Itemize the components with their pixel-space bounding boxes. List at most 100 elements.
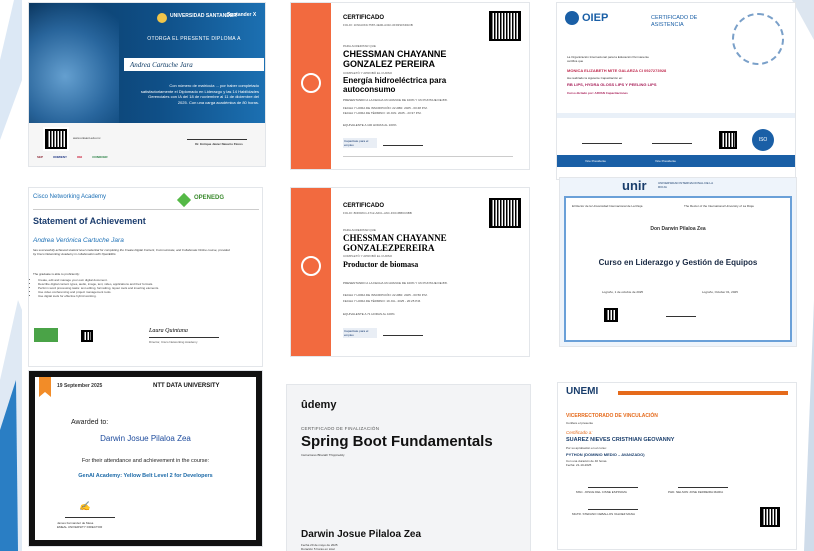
date-es: Logroño, 1 de octubre de 2025	[602, 290, 644, 294]
course-name: GenAI Academy: Yellow Belt Level 2 for D…	[78, 473, 213, 479]
openedg-logo: OPENEDG	[194, 195, 225, 201]
signature-line	[383, 335, 423, 336]
diploma-body: Con número de matrícula ... por haber co…	[140, 83, 259, 105]
recipient-name: MONICA ELIZABETH MITE GALARZA CI 0927273…	[567, 68, 667, 73]
rector-es: El Rector de la Universidad Internaciona…	[572, 204, 643, 208]
recipient-name: SUAREZ NIEVES CRISTHIAN GEOVANNY	[566, 437, 675, 443]
enroll-date: FECHA Y HORA DE INSCRIPCIÓN: 22 ABR. 202…	[343, 106, 428, 110]
partner-logo-oei: OEI	[77, 155, 83, 159]
organizer: Curso dictado por: ARVAN Capacitaciones	[567, 91, 628, 95]
recipient-name: Darwin Josue Pilaloa Zea	[301, 529, 422, 540]
date: Fecha: 21-10-2025	[566, 463, 592, 467]
signer-title: EMEAL UNIVERSITY DIRECTOR	[57, 525, 103, 529]
header: UNEMI	[558, 383, 796, 403]
finish-date: FECHA Y HORA DE TÉRMINO: 19 JUN. 2025 - …	[343, 111, 422, 115]
certificate-santander[interactable]: UNIVERSIDAD SANTANDER Santander X OTORGA…	[29, 3, 265, 166]
certificate-collage: UNIVERSIDAD SANTANDER Santander X OTORGA…	[0, 0, 814, 551]
ribbon-icon	[39, 377, 51, 397]
badge-image	[34, 328, 58, 342]
enroll-date: FECHA Y HORA DE INSCRIPCIÓN: 22 ABR. 202…	[343, 293, 428, 297]
unir-subtitle: UNIVERSIDAD INTERNACIONAL DE LA RIOJA	[658, 181, 713, 189]
vice-rectorate: VICERRECTORADO DE VINCULACIÓN	[566, 413, 658, 419]
event-label: Ha realizado la siguiente Capacitación e…	[567, 76, 624, 80]
certificate-oiep[interactable]: OIEP CERTIFICADO DE ASISTENCIA La Organi…	[557, 3, 795, 179]
equivalence: EQUIVALENTE A 100 HORAS AL 100%	[343, 123, 397, 127]
issue-date: 19 September 2025	[57, 383, 103, 389]
footer-band: Vice Presidente Vice Presidente	[557, 155, 795, 167]
site[interactable]: www.unisant.edu.mx	[73, 136, 101, 140]
signature-line-1	[588, 487, 638, 488]
event-name: RB LIPS, HYDRA GLOSS LIPS Y PEELING LIPS	[567, 82, 657, 87]
certificate-title: Statement of Achievement	[33, 216, 146, 226]
course-name: PYTHON (DOMINIO MEDIO – AVANZADO)	[566, 452, 645, 457]
recipient-name: CHESSMAN CHAYANNE GONZALEZPEREIRA	[343, 233, 447, 253]
iso-badge: ISO	[752, 129, 774, 151]
certificate-frame: El Rector de la Universidad Internaciona…	[564, 196, 792, 342]
signature-line-2	[678, 487, 728, 488]
signer-2: PHD. NELSON JOSE FERREIRA MARIA	[668, 490, 724, 494]
reason-text: For their attendance and achievement in …	[81, 458, 210, 464]
signature-line-2	[652, 143, 692, 144]
signer-title-1: Vice Presidente	[585, 159, 606, 163]
certificate-capacitate-hidro[interactable]: CERTIFICADO FOLIO: 1FNIA0K9-7587-4E00-A3…	[291, 3, 529, 169]
oiep-globe-icon	[565, 11, 579, 25]
certificate-ntt-data[interactable]: 19 September 2025 NTT DATA UNIVERSITY Aw…	[29, 371, 262, 546]
awarded-label: PARA ACREDITAR QUE	[343, 228, 376, 232]
signer-title: Director, Cisco Networking Academy	[149, 340, 198, 344]
capacitate-logo: Capacitate para el empleo	[343, 138, 377, 148]
ntt-logo: NTT DATA UNIVERSITY	[153, 383, 220, 389]
signature-line	[65, 517, 115, 518]
qr-code	[487, 196, 523, 230]
signer-title-2: Vice Presidente	[655, 159, 676, 163]
signature-line	[149, 337, 219, 338]
certificate-udemy[interactable]: ûdemy CERTIFICADO DE FINALIZACIÓN Spring…	[287, 385, 530, 551]
date-en: Logroño, October 01, 2025	[702, 290, 738, 294]
energy-icon	[301, 73, 321, 93]
course-name: Curso en Liderazgo y Gestión de Equipos	[598, 258, 758, 267]
certificate-unemi[interactable]: UNEMI VICERRECTORADO DE VINCULACIÓN Conf…	[558, 383, 796, 549]
cert-label: Certificado a:	[566, 430, 593, 435]
signature-line	[666, 316, 696, 317]
certificate-capacitate-biomasa[interactable]: CERTIFICADO FOLIO: 8DPA8C1-4712-A6CL-A6C…	[291, 188, 529, 356]
left-decoration	[0, 0, 22, 551]
folio: FOLIO: 8DPA8C1-4712-A6CL-A6C-FDC45B6C9BB	[343, 211, 412, 215]
signature-line	[187, 139, 247, 140]
certificate-unir[interactable]: unir UNIVERSIDAD INTERNACIONAL DE LA RIO…	[560, 178, 796, 346]
partner-logos: SEP ONMIENY OEI CONOCER	[37, 155, 108, 159]
confer-text: Confiere el presente	[566, 421, 594, 425]
signer-name: Dr. Enrique Javier Navarro Flores	[195, 142, 243, 146]
skills-list: Create, edit and manage your own digital…	[38, 278, 238, 298]
course-name: Spring Boot Fundamentals	[301, 433, 493, 450]
certificate-cisco[interactable]: Cisco Networking Academy OPENEDG Stateme…	[29, 188, 262, 366]
finish-date: FECHA Y HORA DE TÉRMINO: 19 JUL. 2025 - …	[343, 299, 421, 303]
seal-icon	[732, 13, 784, 65]
completed-label: COMPLETÓ Y APROBÓ EL CURSO	[343, 254, 393, 258]
signature: Laura Quintana	[149, 328, 188, 334]
progress-line: PRESENTANDO A LA FECHA UN AVANCE DE 100%…	[343, 281, 448, 285]
qr-code	[602, 306, 620, 324]
recipient-name: Andrea Cartuche Jara	[124, 58, 264, 71]
partner-logo-sep: SEP	[37, 155, 44, 159]
org-logo: OIEP	[582, 12, 609, 24]
unemi-logo: UNEMI	[566, 386, 599, 397]
partner-logo-conocer: CONOCER	[92, 155, 108, 159]
santander-crest-icon	[157, 13, 167, 23]
qr-code	[43, 127, 69, 151]
qr-code	[758, 505, 782, 529]
awarded-label: Awarded to:	[71, 419, 109, 426]
openedg-icon	[176, 192, 192, 208]
signer-3: MGTR. STEFANO CEBALLOS VALDEZ MANA	[572, 512, 635, 516]
udemy-logo: ûdemy	[301, 399, 337, 411]
qr-code	[717, 129, 739, 151]
instructor: Instructores Bharath Thippireddy	[301, 453, 345, 457]
completed-label: COMPLETÓ Y APROBÓ EL CURSO	[343, 71, 393, 75]
intro-text: La Organización Internacional para la Ed…	[567, 55, 649, 63]
partner-logo-onmieny: ONMIENY	[53, 155, 68, 159]
course-name: Energía hidroeléctrica para autoconsumo	[343, 76, 447, 94]
signature-line	[383, 145, 423, 146]
able-label: The graduate is able to proficiently:	[33, 272, 80, 276]
signer-1: MSC. JOSUE DEL CISNE ESPINOZA	[576, 490, 627, 494]
achievement-text: has successfully achieved student level …	[33, 248, 230, 256]
progress-line: PRESENTANDO A LA FECHA UN AVANCE DE 100%…	[343, 98, 448, 102]
capacitate-logo: Capacitate para el empleo	[343, 328, 377, 338]
